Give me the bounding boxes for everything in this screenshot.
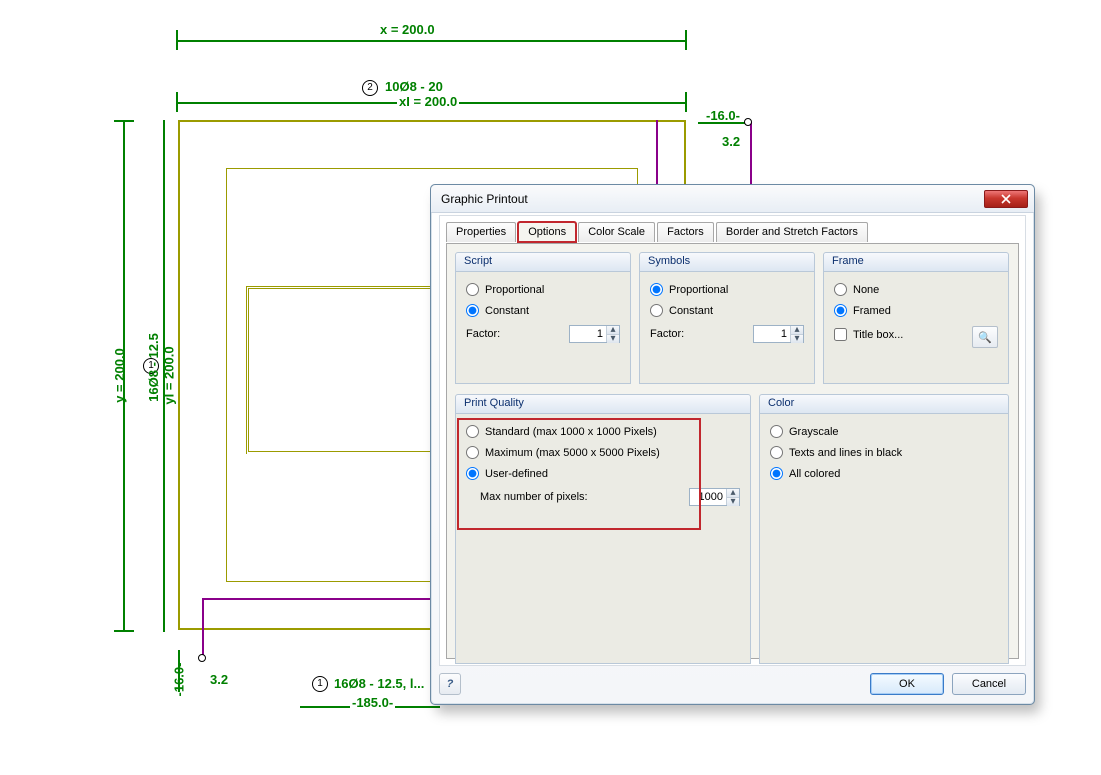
radio-color-textblack[interactable]: Texts and lines in black xyxy=(770,446,998,459)
tab-properties[interactable]: Properties xyxy=(446,222,516,242)
group-symbols: Symbols Proportional Constant Factor: ▴▾ xyxy=(639,252,815,384)
group-color-title: Color xyxy=(759,394,1009,414)
dialog-content: Properties Options Color Scale Factors B… xyxy=(439,215,1026,666)
label-maxpx: Max number of pixels: xyxy=(480,491,588,503)
dim-bot-a: -16.0- xyxy=(171,663,186,697)
tab-color-scale[interactable]: Color Scale xyxy=(578,222,655,242)
magnifier-icon: 🔍 xyxy=(978,331,992,344)
radio-frame-framed[interactable]: Framed xyxy=(834,304,998,317)
dim-x-top: x = 200.0 xyxy=(380,22,435,37)
mark-top: 2 xyxy=(362,80,378,96)
spin-symbols-factor[interactable]: ▴▾ xyxy=(753,325,804,343)
cancel-button[interactable]: Cancel xyxy=(952,673,1026,695)
graphic-printout-dialog: Graphic Printout Properties Options Colo… xyxy=(430,184,1035,705)
dim-xi-top: xI = 200.0 xyxy=(397,94,459,109)
radio-script-constant[interactable]: Constant xyxy=(466,304,620,317)
radio-color-all[interactable]: All colored xyxy=(770,467,998,480)
group-print-quality: Print Quality Standard (max 1000 x 1000 … xyxy=(455,394,751,664)
radio-symbols-constant[interactable]: Constant xyxy=(650,304,804,317)
hole-rect xyxy=(248,288,436,452)
check-titlebox[interactable]: Title box... xyxy=(834,328,903,341)
spin-down-icon[interactable]: ▾ xyxy=(727,498,739,506)
close-button[interactable] xyxy=(984,190,1028,208)
group-script-title: Script xyxy=(455,252,631,272)
help-icon: ? xyxy=(447,678,454,690)
radio-pq-user[interactable]: User-defined xyxy=(466,467,740,480)
dim-bottommost: -185.0- xyxy=(350,695,395,710)
dim-rebar-top: 10Ø8 - 20 xyxy=(385,79,443,94)
dim-yi-left: yI = 200.0 xyxy=(162,346,177,404)
spin-down-icon[interactable]: ▾ xyxy=(607,335,619,343)
group-printq-title: Print Quality xyxy=(455,394,751,414)
input-symbols-factor[interactable] xyxy=(754,326,790,342)
group-frame-title: Frame xyxy=(823,252,1009,272)
tabbar: Properties Options Color Scale Factors B… xyxy=(446,221,1025,243)
tab-border-stretch[interactable]: Border and Stretch Factors xyxy=(716,222,868,242)
group-symbols-title: Symbols xyxy=(639,252,815,272)
radio-color-grayscale[interactable]: Grayscale xyxy=(770,425,998,438)
group-script: Script Proportional Constant Factor: ▴▾ xyxy=(455,252,631,384)
dialog-button-row: ? OK Cancel xyxy=(439,670,1026,698)
mark-bot: 1 xyxy=(312,676,328,692)
radio-pq-maximum[interactable]: Maximum (max 5000 x 5000 Pixels) xyxy=(466,446,740,459)
dim-rebar-left: 16Ø8 - 12.5 xyxy=(146,333,161,402)
spin-maxpx[interactable]: ▴▾ xyxy=(689,488,740,506)
titlebox-browse-button[interactable]: 🔍 xyxy=(972,326,998,348)
radio-frame-none[interactable]: None xyxy=(834,283,998,296)
ok-button[interactable]: OK xyxy=(870,673,944,695)
label-symbols-factor: Factor: xyxy=(650,328,684,340)
spin-script-factor[interactable]: ▴▾ xyxy=(569,325,620,343)
mark-left: 1 xyxy=(143,358,159,374)
titlebar[interactable]: Graphic Printout xyxy=(431,185,1034,213)
dim-right-b: 3.2 xyxy=(722,134,740,149)
dialog-title: Graphic Printout xyxy=(441,192,984,206)
dim-right-a: -16.0- xyxy=(706,108,740,123)
group-frame: Frame None Framed Title box... � xyxy=(823,252,1009,384)
dim-bot-b: 3.2 xyxy=(210,672,228,687)
tab-factors[interactable]: Factors xyxy=(657,222,714,242)
dim-y-left: y = 200.0 xyxy=(112,348,127,403)
tabsheet-options: Script Proportional Constant Factor: ▴▾ xyxy=(446,243,1019,659)
help-button[interactable]: ? xyxy=(439,673,461,695)
dim-rebar-bot: 16Ø8 - 12.5, l... xyxy=(334,676,424,691)
radio-script-proportional[interactable]: Proportional xyxy=(466,283,620,296)
radio-pq-standard[interactable]: Standard (max 1000 x 1000 Pixels) xyxy=(466,425,740,438)
radio-symbols-proportional[interactable]: Proportional xyxy=(650,283,804,296)
input-maxpx[interactable] xyxy=(690,489,726,505)
tab-options[interactable]: Options xyxy=(518,222,576,242)
group-color: Color Grayscale Texts and lines in black… xyxy=(759,394,1009,664)
label-script-factor: Factor: xyxy=(466,328,500,340)
spin-down-icon[interactable]: ▾ xyxy=(791,335,803,343)
input-script-factor[interactable] xyxy=(570,326,606,342)
